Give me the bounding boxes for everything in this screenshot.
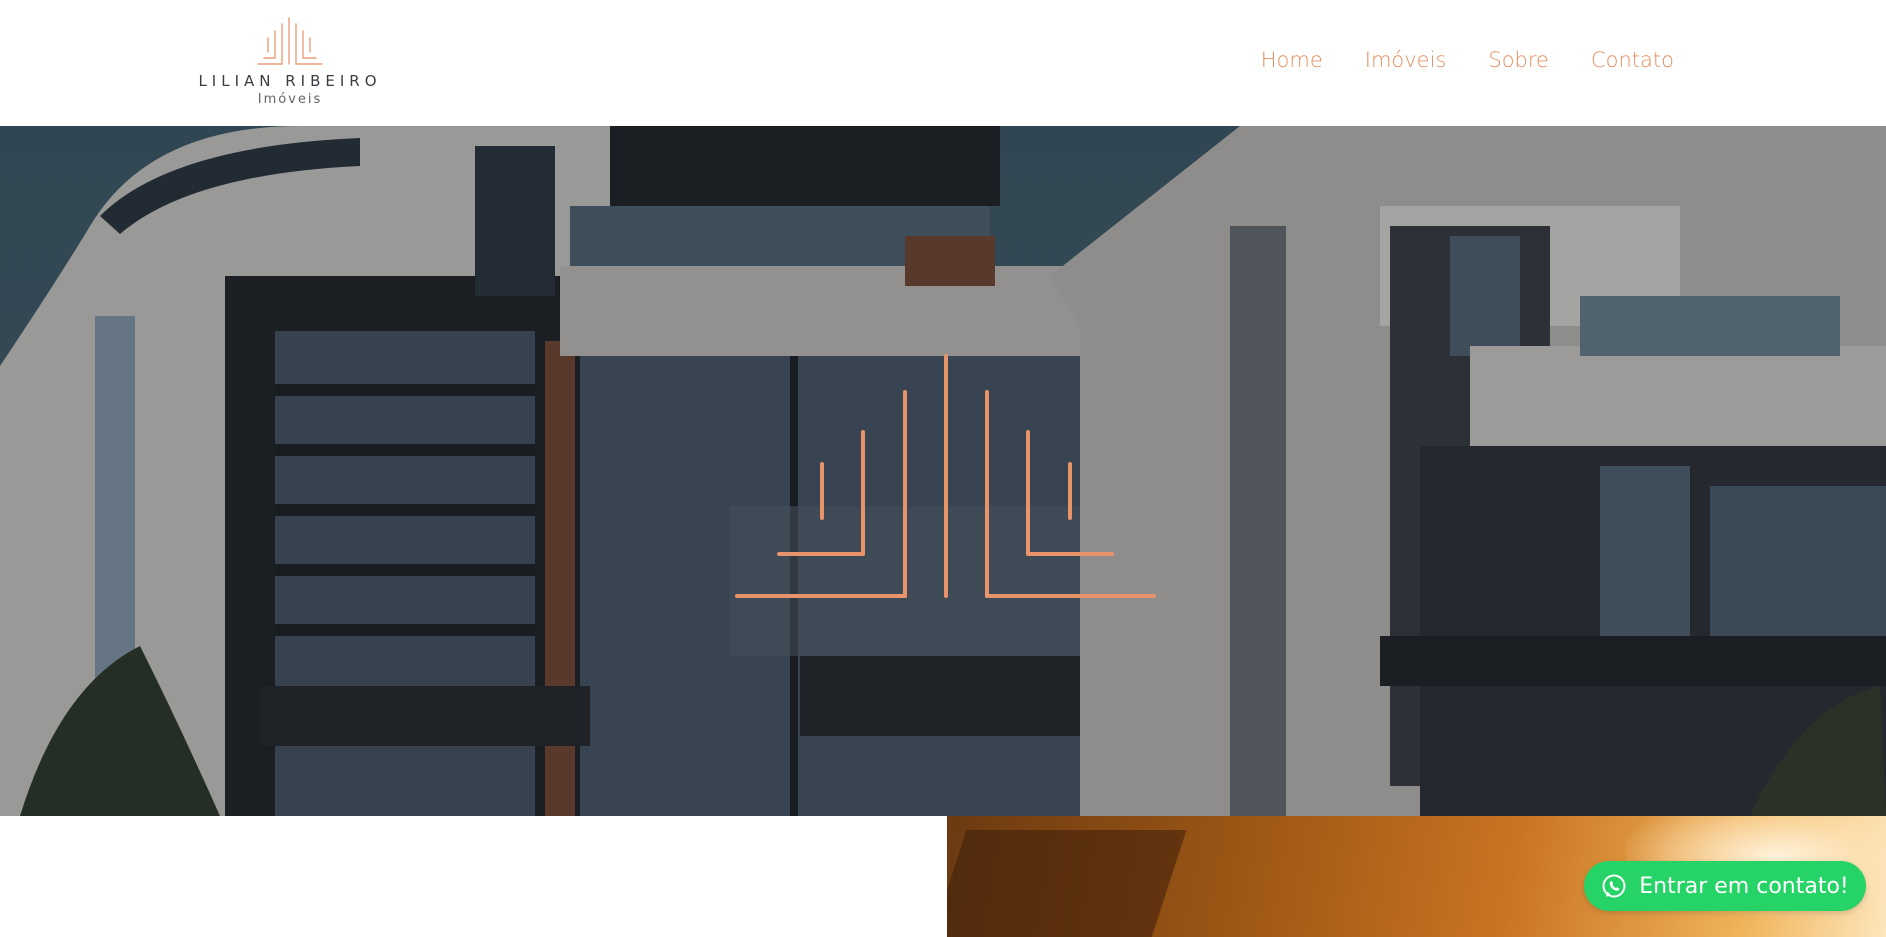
- brand-name: LILIAN RIBEIRO: [198, 72, 382, 90]
- nav-home[interactable]: Home: [1261, 48, 1323, 72]
- nav-imoveis[interactable]: Imóveis: [1365, 48, 1447, 72]
- main-nav: Home Imóveis Sobre Contato: [1261, 48, 1674, 72]
- brand-tagline: Imóveis: [257, 92, 323, 107]
- nav-contato[interactable]: Contato: [1591, 48, 1674, 72]
- lr-logo-mark-icon: [735, 354, 1156, 598]
- whatsapp-contact-button[interactable]: Entrar em contato!: [1584, 861, 1866, 911]
- whatsapp-button-label: Entrar em contato!: [1639, 873, 1849, 899]
- content-section-left: [0, 816, 947, 937]
- sunset-silhouette: [947, 830, 1187, 937]
- brand-logo[interactable]: LILIAN RIBEIRO Imóveis: [192, 16, 388, 112]
- site-header: LILIAN RIBEIRO Imóveis Home Imóveis Sobr…: [0, 0, 1886, 126]
- nav-sobre[interactable]: Sobre: [1488, 48, 1549, 72]
- whatsapp-icon: [1602, 874, 1626, 898]
- hero-banner: [0, 126, 1886, 816]
- logo-mark-icon: [257, 17, 323, 65]
